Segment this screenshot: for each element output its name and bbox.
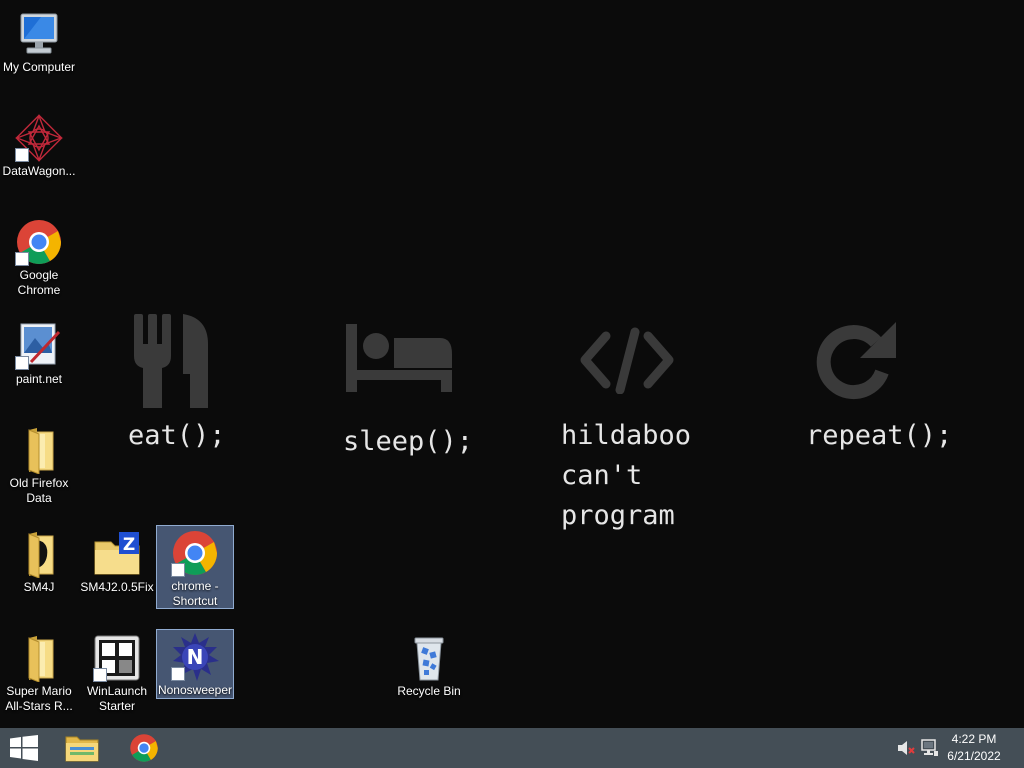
caption-eat: eat(); [128, 420, 226, 451]
desktop-icon-paint-net[interactable]: paint.net [0, 318, 78, 388]
volume-button[interactable] [894, 728, 918, 768]
desktop-icon-super-mario-all-stars[interactable]: Super Mario All-Stars R... [0, 630, 78, 715]
desktop-icon-nonosweeper[interactable]: N Nonosweeper [156, 629, 234, 699]
desktop-icon-label: WinLaunch Starter [86, 684, 148, 713]
desktop-icon-label: Nonosweeper [157, 683, 233, 697]
desktop-icon-label: Super Mario All-Stars R... [5, 684, 73, 713]
start-button[interactable] [0, 728, 48, 768]
fork-knife-icon [134, 314, 208, 408]
caption-sleep: sleep(); [343, 426, 474, 457]
desktop-icon-label: Google Chrome [17, 268, 61, 297]
desktop-icon-label: SM4J2.0.5Fix [80, 580, 154, 594]
desktop-icon-label: chrome - Shortcut [171, 579, 219, 608]
desktop-icon-label: Old Firefox Data [9, 476, 69, 505]
desktop-icon-my-computer[interactable]: My Computer [0, 6, 78, 76]
folder-icon [28, 636, 54, 683]
shortcut-arrow-icon [171, 667, 185, 681]
folder-icon [28, 532, 54, 579]
taskbar-chrome[interactable] [120, 728, 168, 768]
clock-time: 4:22 PM [951, 732, 997, 746]
file-explorer-icon [65, 736, 99, 762]
shortcut-arrow-icon [15, 252, 29, 266]
windows-logo-icon [10, 735, 38, 761]
desktop-icon-label: paint.net [15, 372, 63, 386]
bed-icon [346, 324, 452, 392]
desktop-icon-label: Recycle Bin [397, 684, 461, 698]
desktop[interactable]: eat(); sleep(); hildaboo can't program r… [0, 0, 1024, 728]
desktop-icon-recycle-bin[interactable]: Recycle Bin [390, 630, 468, 700]
clock-date: 6/21/2022 [947, 749, 1001, 763]
desktop-icon-winlaunch-starter[interactable]: WinLaunch Starter [78, 630, 156, 715]
taskbar: 4:22 PM 6/21/2022 [0, 728, 1024, 768]
caption-hildaboo: hildaboo can't program [561, 420, 692, 531]
folder-icon [28, 428, 54, 475]
desktop-icon-datawagon[interactable]: DataWagon... [0, 110, 78, 180]
svg-text:Z: Z [123, 535, 135, 555]
refresh-icon [816, 322, 896, 400]
desktop-icon-sm4j[interactable]: SM4J [0, 526, 78, 596]
zip-folder-icon: Z [94, 532, 140, 575]
desktop-icon-chrome-shortcut[interactable]: chrome - Shortcut [156, 525, 234, 609]
computer-icon [20, 13, 58, 54]
desktop-icon-label: My Computer [2, 60, 76, 74]
shortcut-arrow-icon [93, 668, 107, 682]
desktop-icon-label: SM4J [23, 580, 55, 594]
code-icon [580, 327, 674, 394]
desktop-icon-google-chrome[interactable]: Google Chrome [0, 214, 78, 299]
caption-repeat: repeat(); [806, 420, 953, 451]
desktop-icon-old-firefox-data[interactable]: Old Firefox Data [0, 422, 78, 507]
volume-muted-icon [898, 741, 915, 755]
shortcut-arrow-icon [15, 356, 29, 370]
chrome-icon [130, 734, 158, 762]
recycle-bin-icon [414, 637, 444, 681]
taskbar-clock[interactable]: 4:22 PM 6/21/2022 [932, 731, 1016, 765]
svg-text:N: N [187, 645, 204, 669]
desktop-icon-sm4j2-0-5fix[interactable]: Z SM4J2.0.5Fix [78, 526, 156, 596]
shortcut-arrow-icon [171, 563, 185, 577]
taskbar-file-explorer[interactable] [58, 728, 106, 768]
desktop-icon-label: DataWagon... [2, 164, 76, 178]
shortcut-arrow-icon [15, 148, 29, 162]
